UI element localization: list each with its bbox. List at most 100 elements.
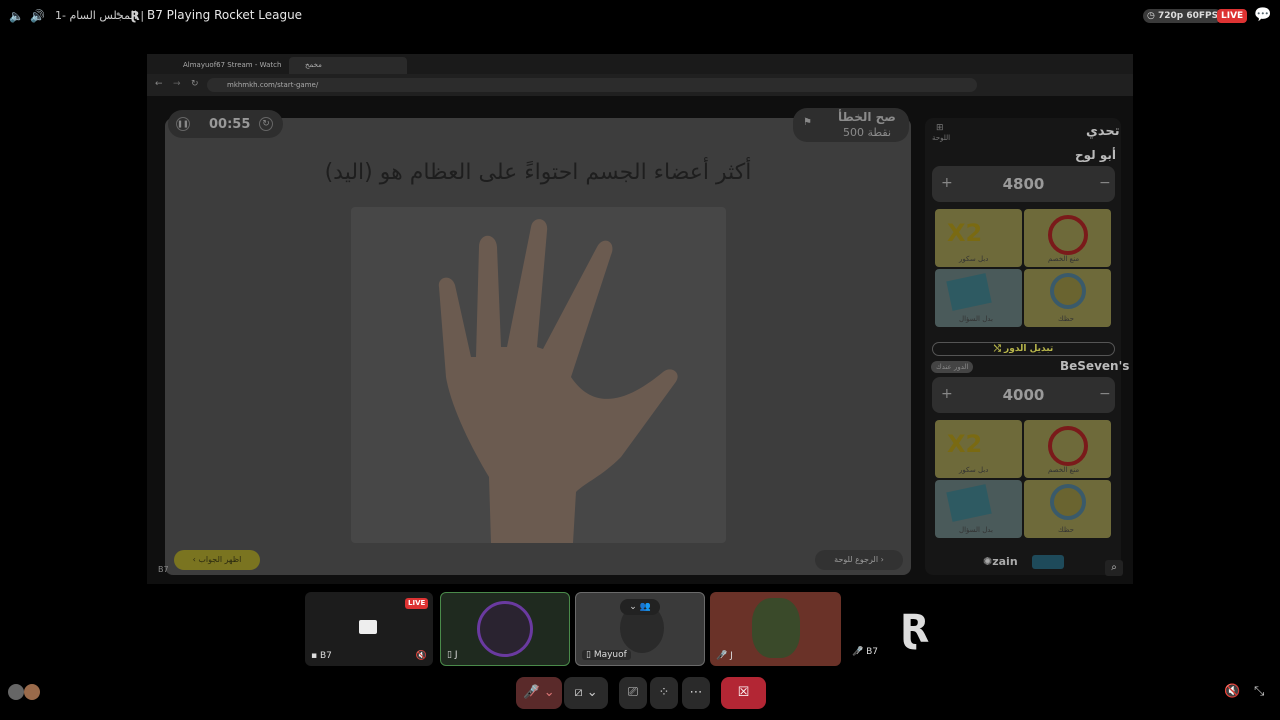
minus-icon[interactable]: − [1099,386,1111,402]
reload-icon[interactable]: ↻ [191,79,199,89]
voice-group-icon[interactable]: ⌄ 👥 [620,599,660,615]
block-icon [1048,215,1088,255]
browser-tab-1[interactable]: Almayuof67 Stream - Watch Li... [167,57,284,86]
participant-name-text: J [454,650,458,660]
participant-tile-mayuof[interactable]: ⌄ 👥 ▯ Mayuof [575,592,705,666]
block-icon [1048,426,1088,466]
browser-tab-2[interactable]: مخمخ [289,57,407,74]
team2-score: 4000 [1002,386,1045,404]
timer: 00:55 [209,117,251,132]
avatar[interactable] [24,684,40,700]
question-image [351,207,726,543]
forward-icon[interactable]: → [173,79,181,89]
live-badge: LIVE [1217,9,1248,23]
zoom-icon[interactable]: ⌕ [1105,560,1123,576]
more-icon: ⋯ [689,685,703,700]
team2-name: BeSeven's [1060,359,1130,373]
tile-live-badge: LIVE [405,598,429,609]
turn-badge: الدور عندك [931,361,974,373]
speaker-icon[interactable]: 🔈 [9,9,24,23]
exit-fullscreen-icon[interactable]: ⤡ [1254,684,1264,699]
team1-score: 4800 [1002,175,1045,193]
more-options-button[interactable]: ⋯ [682,677,710,709]
participant-name: 🎤̸ J [716,651,733,661]
muted-speaker-icon[interactable]: 🔇 [416,651,427,661]
cards-icon [946,484,992,522]
sidebar-title: تحدي [1086,124,1120,139]
chat-icon[interactable]: 💬 [1254,8,1271,22]
pause-icon[interactable]: ❚❚ [176,117,190,131]
team1-name: أبو لوح [1075,148,1116,162]
share-screen-icon: ⎚ [627,685,639,700]
b7-logo-icon: Ɽ [900,607,930,651]
mic-off-icon: 🎤̸ ⌄ [523,685,555,700]
board-label: اللوحة [932,134,951,142]
avatar [477,601,533,657]
url-field[interactable]: mkhmkh.com/start-game/ [207,78,977,92]
team1-score-counter: + 4800 − [932,166,1115,202]
cards-icon [946,273,992,311]
participant-name: ▯ J [447,650,458,660]
camera-button[interactable]: ⧄ ⌄ [564,677,608,709]
quality-badge: ◷ 720p 60FPS [1143,9,1223,23]
participant-tile-j[interactable]: ▯ J [440,592,570,666]
reset-timer-icon[interactable]: ↻ [259,117,273,131]
show-answer-label: اظهر الجواب [198,555,242,564]
share-screen-button[interactable]: ⎚ [619,677,647,709]
stream-owner-label: B7 [158,565,169,574]
double-card-text: X2 [947,430,983,458]
mute-speaker-icon[interactable]: 🔇 [1224,684,1240,699]
channel-logo-icon: Ɽ [130,9,140,23]
team2-score-counter: + 4000 − [932,377,1115,413]
volume-icon[interactable]: 🔊 [30,9,45,23]
double-score-card[interactable]: X2 دبل سكور [935,420,1022,478]
question-points: 500 نقطة [843,126,892,139]
browser-urlbar: ← → ↻ mkhmkh.com/start-game/ [147,74,1133,96]
disconnect-button[interactable]: ☒ [721,677,766,709]
back-icon[interactable]: ← [155,79,163,89]
board-icon[interactable]: ⊞ [936,123,944,133]
flag-icon[interactable]: ⚑ [803,117,812,128]
avatar[interactable] [8,684,24,700]
swap-card-label: بدل السؤال [959,526,993,534]
stream-title: B7 Playing Rocket League [147,8,303,22]
brand-logo-icon [1032,555,1064,569]
wheel-icon [1050,273,1086,309]
hand-image [438,219,678,543]
participant-name: 🎤̸ B7 [852,647,878,657]
activities-icon: ⁘ [658,685,670,700]
luck-wheel-card[interactable]: حظك [1024,480,1111,538]
participant-tile-j2[interactable]: 🎤̸ J [710,592,841,666]
participant-name-text: B7 [319,651,332,661]
back-to-board-button[interactable]: الرجوع للوحة › [815,550,903,570]
quality-text: 720p 60FPS [1158,11,1219,21]
tab-2-label: مخمخ [305,61,322,69]
participant-name: ▪ B7 [311,651,332,661]
activities-button[interactable]: ⁘ [650,677,678,709]
sponsor-logo: ✺zain [983,555,1018,568]
participant-name-text: J [730,651,733,661]
block-opponent-card[interactable]: منع الخصم [1024,420,1111,478]
swap-turn-button[interactable]: ⤭ تبديل الدور [932,342,1115,356]
top-bar: 🔈 🔊 المجلس السام -1 | • Ɽ B7 Playing Roc… [0,0,1280,32]
double-card-label: دبل سكور [959,255,989,263]
block-opponent-card[interactable]: منع الخصم [1024,209,1111,267]
wheel-card-label: حظك [1058,315,1074,323]
swap-question-card[interactable]: بدل السؤال [935,269,1022,327]
question-text: أكثر أعضاء الجسم احتواءً على العظام هو (… [324,160,752,185]
luck-wheel-card[interactable]: حظك [1024,269,1111,327]
double-score-card[interactable]: X2 دبل سكور [935,209,1022,267]
leave-call-icon: ☒ [737,685,750,700]
wheel-icon [1050,484,1086,520]
browser-tabbar: Almayuof67 Stream - Watch Li... مخمخ [147,54,1133,86]
participant-name: ▯ Mayuof [582,650,631,660]
swap-question-card[interactable]: بدل السؤال [935,480,1022,538]
chevron-right-icon: › [878,555,884,564]
minus-icon[interactable]: − [1099,175,1111,191]
mute-mic-button[interactable]: 🎤̸ ⌄ [516,677,562,709]
show-answer-button[interactable]: ‹ اظهر الجواب [174,550,260,570]
camera-off-icon: ⧄ ⌄ [574,685,598,700]
question-category: صح الخطأ [838,110,896,124]
back-to-board-label: الرجوع للوحة [834,555,879,564]
block-card-label: منع الخصم [1048,466,1080,474]
